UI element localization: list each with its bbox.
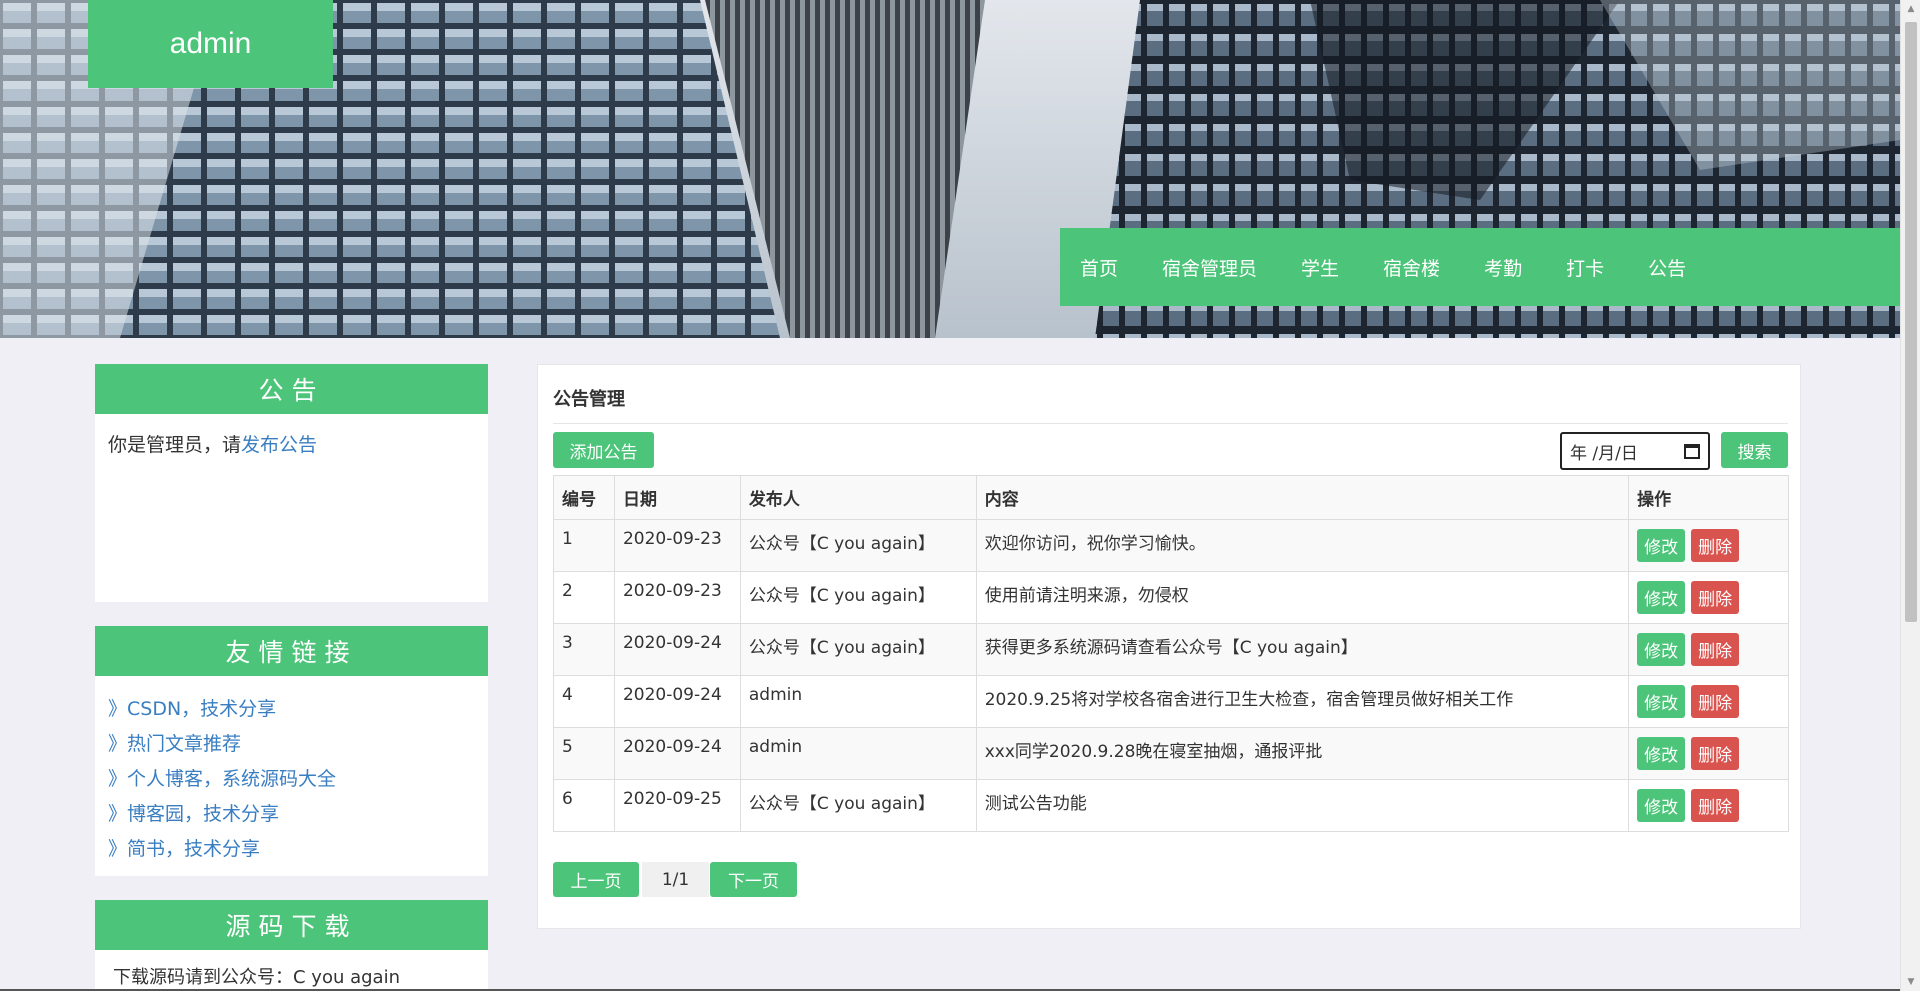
link-personal-blog[interactable]: 》个人博客，系统源码大全 <box>108 762 475 797</box>
prev-page-button[interactable]: 上一页 <box>553 862 639 897</box>
link-cnblogs[interactable]: 》博客园，技术分享 <box>108 797 475 832</box>
cell-actions: 修改 删除 <box>1628 727 1789 780</box>
page-title: 公告管理 <box>553 389 625 410</box>
add-notice-button[interactable]: 添加公告 <box>553 432 654 468</box>
nav-dorm-admins[interactable]: 宿舍管理员 <box>1162 254 1257 281</box>
download-card: 源码下载 下载源码请到公众号：C you again <box>95 900 488 991</box>
cell-author: admin <box>739 727 977 780</box>
publish-notice-link[interactable]: 发布公告 <box>241 434 317 456</box>
cell-date: 2020-09-23 <box>613 571 741 624</box>
cell-date: 2020-09-24 <box>613 727 741 780</box>
scroll-thumb[interactable] <box>1905 22 1917 622</box>
delete-button[interactable]: 删除 <box>1691 633 1740 666</box>
delete-button[interactable]: 删除 <box>1691 789 1740 822</box>
date-placeholder: 年 /月/日 <box>1570 443 1638 464</box>
delete-button[interactable]: 删除 <box>1691 685 1740 718</box>
search-button[interactable]: 搜索 <box>1721 432 1788 468</box>
calendar-icon[interactable] <box>1684 443 1700 459</box>
cell-author: 公众号【C you again】 <box>739 519 977 572</box>
notice-text: 你是管理员，请 <box>108 434 242 456</box>
table-row: 5 2020-09-24 admin xxx同学2020.9.28晚在寝室抽烟，通报评… <box>553 727 1789 780</box>
cell-date: 2020-09-23 <box>613 519 741 572</box>
page-scrollbar[interactable]: ▲ ▼ <box>1900 0 1920 991</box>
cell-id: 5 <box>553 727 615 780</box>
cell-id: 6 <box>553 779 615 832</box>
download-card-title: 源码下载 <box>95 900 488 950</box>
cell-id: 3 <box>553 623 615 676</box>
cell-id: 4 <box>553 675 615 728</box>
scroll-down-icon[interactable]: ▼ <box>1901 973 1920 991</box>
date-filter-input[interactable]: 年 /月/日 <box>1560 432 1710 470</box>
notice-card-title: 公告 <box>95 364 488 414</box>
next-page-button[interactable]: 下一页 <box>710 862 797 897</box>
title-divider <box>553 423 1788 424</box>
link-jianshu[interactable]: 》简书，技术分享 <box>108 832 475 867</box>
cell-date: 2020-09-25 <box>613 779 741 832</box>
nav-students[interactable]: 学生 <box>1301 254 1339 281</box>
cell-content: 2020.9.25将对学校各宿舍进行卫生大检查，宿舍管理员做好相关工作 <box>975 675 1630 728</box>
cell-date: 2020-09-24 <box>613 623 741 676</box>
edit-button[interactable]: 修改 <box>1637 633 1686 666</box>
cell-content: 测试公告功能 <box>975 779 1630 832</box>
top-nav: 首页 宿舍管理员 学生 宿舍楼 考勤 打卡 公告 <box>1060 228 1900 306</box>
table-row: 6 2020-09-25 公众号【C you again】 测试公告功能 修改 删除 <box>553 779 1789 832</box>
notice-table: 编号 日期 发布人 内容 操作 1 2020-09-23 公众号【C you aga… <box>553 475 1789 832</box>
edit-button[interactable]: 修改 <box>1637 737 1686 770</box>
cell-actions: 修改 删除 <box>1628 675 1789 728</box>
cell-actions: 修改 删除 <box>1628 571 1789 624</box>
cell-author: 公众号【C you again】 <box>739 623 977 676</box>
table-header-row: 编号 日期 发布人 内容 操作 <box>553 475 1789 520</box>
table-row: 1 2020-09-23 公众号【C you again】 欢迎你访问，祝你学习愉快。… <box>553 519 1789 572</box>
cell-id: 1 <box>553 519 615 572</box>
cell-content: xxx同学2020.9.28晚在寝室抽烟，通报评批 <box>975 727 1630 780</box>
edit-button[interactable]: 修改 <box>1637 685 1686 718</box>
col-date: 日期 <box>613 475 741 520</box>
cell-actions: 修改 删除 <box>1628 623 1789 676</box>
scroll-up-icon[interactable]: ▲ <box>1901 0 1920 18</box>
edit-button[interactable]: 修改 <box>1637 581 1686 614</box>
cell-content: 获得更多系统源码请查看公众号【C you again】 <box>975 623 1630 676</box>
cell-content: 使用前请注明来源，勿侵权 <box>975 571 1630 624</box>
cell-date: 2020-09-24 <box>613 675 741 728</box>
edit-button[interactable]: 修改 <box>1637 529 1686 562</box>
link-csdn[interactable]: 》CSDN，技术分享 <box>108 692 475 727</box>
col-author: 发布人 <box>739 475 977 520</box>
table-row: 2 2020-09-23 公众号【C you again】 使用前请注明来源，勿侵权修… <box>553 571 1789 624</box>
delete-button[interactable]: 删除 <box>1691 581 1740 614</box>
cell-author: 公众号【C you again】 <box>739 571 977 624</box>
page-indicator: 1/1 <box>642 862 709 897</box>
cell-actions: 修改 删除 <box>1628 519 1789 572</box>
col-content: 内容 <box>975 475 1630 520</box>
edit-button[interactable]: 修改 <box>1637 789 1686 822</box>
table-row: 4 2020-09-24 admin 2020.9.25将对学校各宿舍进行卫生大检查，… <box>553 675 1789 728</box>
delete-button[interactable]: 删除 <box>1691 529 1740 562</box>
cell-author: 公众号【C you again】 <box>739 779 977 832</box>
nav-notices[interactable]: 公告 <box>1648 254 1686 281</box>
notice-card: 公告 你是管理员，请发布公告 <box>95 364 488 602</box>
nav-buildings[interactable]: 宿舍楼 <box>1383 254 1440 281</box>
link-hot-articles[interactable]: 》热门文章推荐 <box>108 727 475 762</box>
nav-attendance[interactable]: 考勤 <box>1484 254 1522 281</box>
cell-id: 2 <box>553 571 615 624</box>
notice-management-panel: 公告管理 添加公告 年 /月/日 搜索 编号 日期 发布人 内容 操作 1 202… <box>537 364 1801 929</box>
cell-content: 欢迎你访问，祝你学习愉快。 <box>975 519 1630 572</box>
col-id: 编号 <box>553 475 615 520</box>
links-card: 友情链接 》CSDN，技术分享 》热门文章推荐 》个人博客，系统源码大全 》博客… <box>95 626 488 876</box>
table-row: 3 2020-09-24 公众号【C you again】 获得更多系统源码请查看公众… <box>553 623 1789 676</box>
nav-home[interactable]: 首页 <box>1080 254 1118 281</box>
download-text: 下载源码请到公众号：C you again <box>113 967 400 988</box>
delete-button[interactable]: 删除 <box>1691 737 1740 770</box>
cell-actions: 修改 删除 <box>1628 779 1789 832</box>
brand-logo[interactable]: admin <box>88 0 333 88</box>
col-actions: 操作 <box>1628 475 1789 520</box>
cell-author: admin <box>739 675 977 728</box>
links-card-title: 友情链接 <box>95 626 488 676</box>
nav-checkin[interactable]: 打卡 <box>1566 254 1604 281</box>
